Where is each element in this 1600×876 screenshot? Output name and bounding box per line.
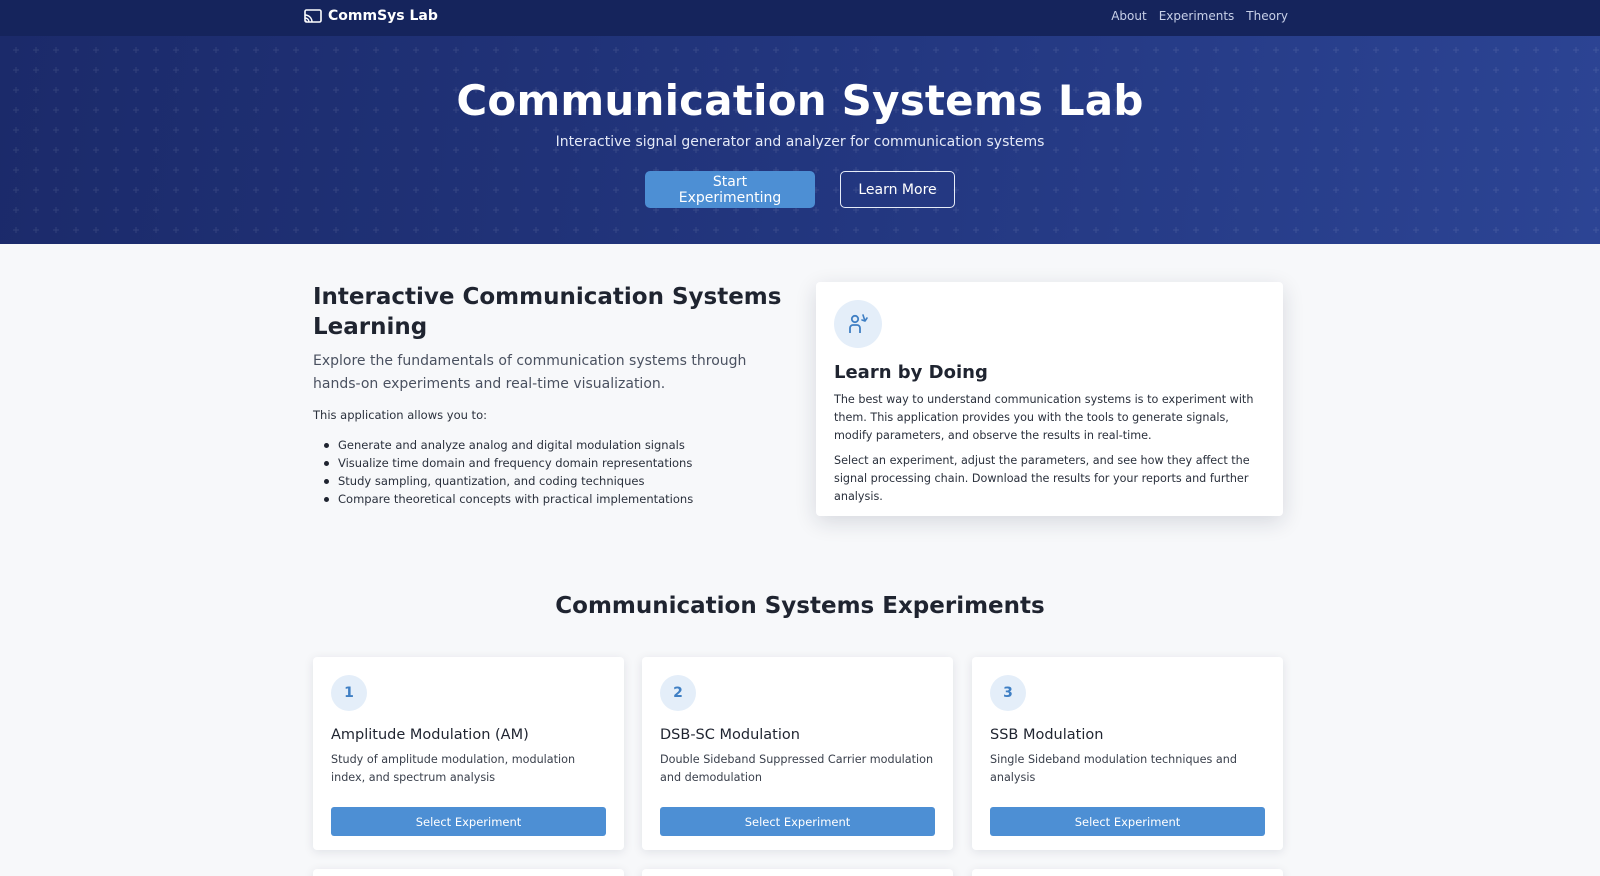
intro-allows-text: This application allows you to: — [313, 408, 487, 422]
nav-link-theory[interactable]: Theory — [1246, 9, 1288, 23]
person-learning-icon — [834, 300, 882, 348]
learn-by-doing-card: Learn by Doing The best way to understan… — [816, 282, 1283, 516]
learn-card-title: Learn by Doing — [834, 362, 988, 383]
experiment-card-partial — [642, 869, 953, 876]
hero-title: Communication Systems Lab — [456, 76, 1144, 125]
experiment-card-partial — [972, 869, 1283, 876]
nav-links: About Experiments Theory — [1111, 9, 1288, 23]
cast-icon — [304, 8, 322, 24]
select-experiment-button[interactable]: Select Experiment — [990, 807, 1265, 836]
experiment-description: Study of amplitude modulation, modulatio… — [331, 753, 576, 784]
experiment-title: Amplitude Modulation (AM) — [331, 727, 529, 743]
hero-subtitle: Interactive signal generator and analyze… — [555, 134, 1045, 150]
intro-title: Interactive Communication Systems Learni… — [313, 284, 782, 340]
select-experiment-button[interactable]: Select Experiment — [331, 807, 606, 836]
hero-section: Communication Systems Lab Interactive si… — [0, 36, 1600, 244]
select-experiment-button[interactable]: Select Experiment — [660, 807, 935, 836]
list-item: Study sampling, quantization, and coding… — [313, 472, 783, 490]
experiment-card-1: 1 Amplitude Modulation (AM) Study of amp… — [313, 657, 624, 850]
experiment-description: Double Sideband Suppressed Carrier modul… — [660, 753, 934, 784]
experiment-number-badge: 1 — [331, 675, 367, 711]
top-navbar: CommSys Lab About Experiments Theory — [0, 0, 1600, 36]
experiment-title: DSB-SC Modulation — [660, 727, 800, 743]
intro-section: Interactive Communication Systems Learni… — [313, 282, 783, 508]
brand-name: CommSys Lab — [328, 8, 438, 24]
hero-buttons: Start Experimenting Learn More — [0, 171, 1600, 208]
experiment-card-partial — [313, 869, 624, 876]
experiment-description: Single Sideband modulation techniques an… — [990, 753, 1237, 784]
list-item: Generate and analyze analog and digital … — [313, 436, 783, 454]
brand-logo[interactable]: CommSys Lab — [304, 8, 438, 24]
start-experimenting-button[interactable]: Start Experimenting — [645, 171, 815, 208]
experiment-card-2: 2 DSB-SC Modulation Double Sideband Supp… — [642, 657, 953, 850]
experiments-heading: Communication Systems Experiments — [555, 593, 1045, 619]
experiment-title: SSB Modulation — [990, 727, 1104, 743]
nav-link-experiments[interactable]: Experiments — [1159, 9, 1235, 23]
list-item: Compare theoretical concepts with practi… — [313, 490, 783, 508]
nav-link-about[interactable]: About — [1111, 9, 1146, 23]
learn-more-button[interactable]: Learn More — [840, 171, 955, 208]
feature-list: Generate and analyze analog and digital … — [313, 436, 783, 508]
experiment-number-badge: 2 — [660, 675, 696, 711]
learn-card-paragraph-2: Select an experiment, adjust the paramet… — [834, 454, 1250, 503]
learn-card-paragraph-1: The best way to understand communication… — [834, 393, 1254, 442]
experiment-number-badge: 3 — [990, 675, 1026, 711]
experiment-card-3: 3 SSB Modulation Single Sideband modulat… — [972, 657, 1283, 850]
list-item: Visualize time domain and frequency doma… — [313, 454, 783, 472]
intro-lead: Explore the fundamentals of communicatio… — [313, 353, 747, 392]
